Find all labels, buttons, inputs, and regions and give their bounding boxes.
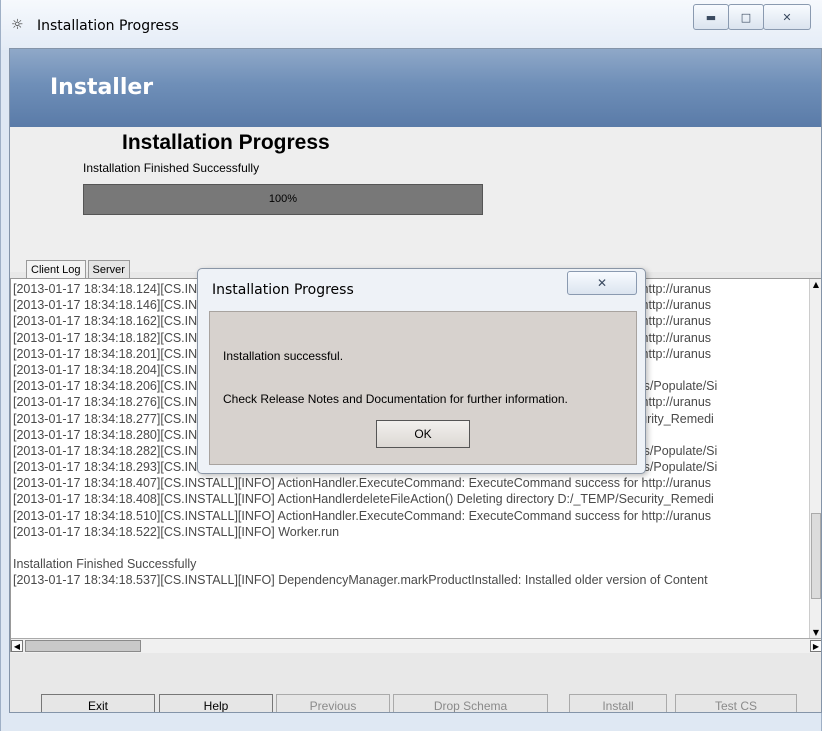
log-line: [2013-01-17 18:34:18.407][CS.INSTALL][IN… xyxy=(13,476,712,491)
help-button[interactable]: Help xyxy=(159,694,273,712)
installer-window: ☼ Installation Progress ▬ □ ✕ Installer … xyxy=(0,0,822,731)
dialog-title: Installation Progress xyxy=(212,282,354,298)
progress-bar: 100% xyxy=(83,184,483,215)
banner-title: Installer xyxy=(50,75,154,100)
progress-percent: 100% xyxy=(268,193,298,205)
horizontal-scrollbar[interactable]: ◀ ▶ xyxy=(11,638,821,653)
installer-banner: Installer xyxy=(10,49,821,127)
dialog-message-success: Installation successful. xyxy=(223,349,344,363)
minimize-icon[interactable]: ▬ xyxy=(693,4,729,30)
log-line: [2013-01-17 18:34:18.522][CS.INSTALL][IN… xyxy=(13,524,340,539)
scroll-right-icon[interactable]: ▶ xyxy=(810,640,821,652)
previous-button[interactable]: Previous xyxy=(276,694,390,712)
log-line: Installation Finished Successfully xyxy=(13,557,197,572)
dialog-body: Installation successful. Check Release N… xyxy=(209,311,637,465)
restore-icon[interactable]: □ xyxy=(728,4,764,30)
dialog-message-info: Check Release Notes and Documentation fo… xyxy=(223,392,568,406)
exit-button[interactable]: Exit xyxy=(41,694,155,712)
log-line: [2013-01-17 18:34:18.537][CS.INSTALL][IN… xyxy=(13,573,708,588)
log-tabs: Client Log Server xyxy=(26,260,132,280)
vertical-scrollbar[interactable]: ▲ ▼ xyxy=(809,279,821,639)
title-bar: ☼ Installation Progress ▬ □ ✕ xyxy=(1,0,822,50)
close-icon[interactable]: ✕ xyxy=(763,4,811,30)
window-title: Installation Progress xyxy=(37,18,179,34)
success-dialog: Installation Progress ✕ Installation suc… xyxy=(197,268,646,474)
drop-schema-button[interactable]: Drop Schema xyxy=(393,694,548,712)
tab-client-log[interactable]: Client Log xyxy=(26,260,86,279)
install-button[interactable]: Install xyxy=(569,694,667,712)
ok-button[interactable]: OK xyxy=(376,420,470,448)
progress-heading: Installation Progress xyxy=(122,131,330,154)
window-controls: ▬ □ ✕ xyxy=(693,4,811,32)
scroll-up-icon[interactable]: ▲ xyxy=(810,279,821,291)
tab-server[interactable]: Server xyxy=(87,260,130,279)
log-line: [2013-01-17 18:34:18.408][CS.INSTALL][IN… xyxy=(13,492,714,507)
dialog-close-icon[interactable]: ✕ xyxy=(567,271,637,295)
button-bar: Exit Help Previous Drop Schema Install T… xyxy=(10,671,821,712)
horizontal-scroll-thumb[interactable] xyxy=(25,640,141,652)
installer-app-icon: ☼ xyxy=(11,17,24,33)
vertical-scroll-thumb[interactable] xyxy=(811,513,821,599)
progress-status: Installation Finished Successfully xyxy=(83,161,260,175)
test-cs-button[interactable]: Test CS xyxy=(675,694,797,712)
scroll-left-icon[interactable]: ◀ xyxy=(11,640,23,652)
log-line: [2013-01-17 18:34:18.510][CS.INSTALL][IN… xyxy=(13,508,712,523)
